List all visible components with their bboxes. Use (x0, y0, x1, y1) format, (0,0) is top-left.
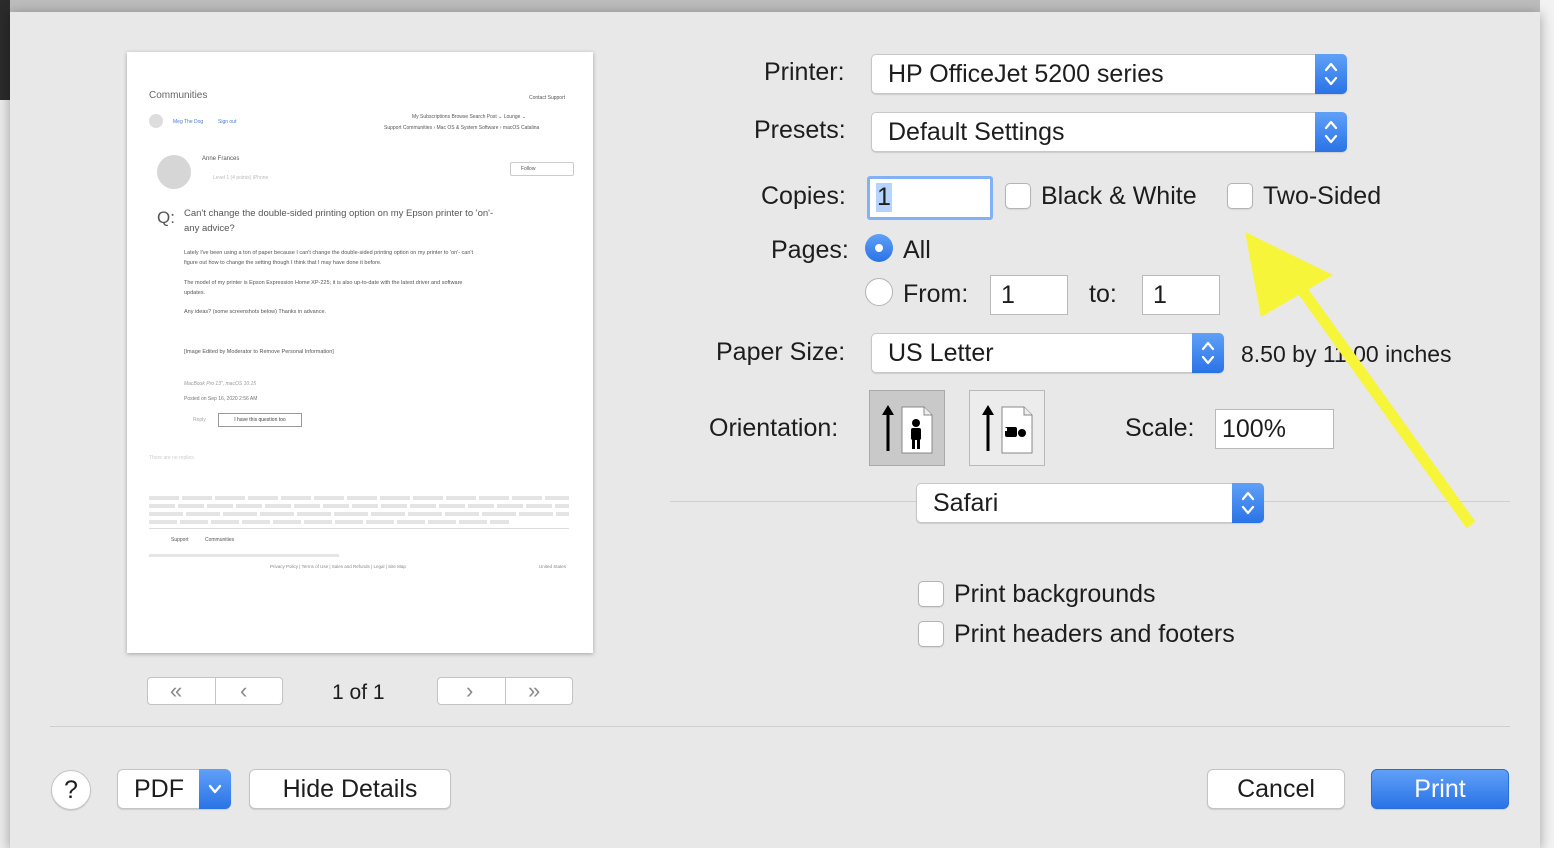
preview-body-3: Any ideas? (some screenshots below) Than… (184, 309, 327, 315)
presets-popup-arrows-icon (1315, 112, 1347, 152)
preview-fineprint-1 (149, 496, 569, 500)
preview-user: Meg The Dog (173, 119, 204, 125)
pages-all-label: All (903, 236, 931, 264)
presets-popup[interactable]: Default Settings (871, 112, 1347, 152)
preview-question-1: Can't change the double-sided printing o… (184, 208, 494, 219)
printer-popup-arrows-icon (1315, 54, 1347, 94)
preview-breadcrumb: Support Communities › Mac OS & System So… (384, 125, 540, 131)
pages-from-radio[interactable] (865, 278, 893, 306)
preview-level: Level 1 (4 points) iPhone (213, 175, 269, 181)
preview-signout: Sign out (218, 119, 237, 125)
bottom-divider (50, 726, 1510, 727)
printer-label: Printer: (764, 58, 845, 86)
pager-forward-group: › » (437, 677, 573, 705)
last-page-button[interactable]: » (528, 678, 540, 704)
pages-to-value: 1 (1153, 281, 1167, 309)
preview-fineprint-4 (149, 520, 509, 524)
preview-no-replies: There are no replies. (149, 455, 196, 461)
black-white-checkbox[interactable] (1005, 183, 1031, 209)
section-value: Safari (933, 489, 999, 517)
pages-label: Pages: (771, 236, 849, 264)
background-window-right (1540, 0, 1554, 848)
pdf-menu-button[interactable]: PDF (117, 769, 231, 809)
preview-question-too: I have this question too (218, 413, 302, 427)
cancel-button[interactable]: Cancel (1207, 769, 1345, 809)
orientation-portrait-button[interactable] (869, 390, 945, 466)
pages-from-label: From: (903, 280, 969, 308)
two-sided-checkbox[interactable] (1227, 183, 1253, 209)
paper-size-label: Paper Size: (716, 338, 846, 366)
copies-value: 1 (876, 183, 892, 212)
pages-to-label: to: (1089, 280, 1117, 308)
two-sided-label: Two-Sided (1263, 182, 1382, 210)
preview-footer-communities: Communities (205, 537, 235, 543)
copies-label: Copies: (761, 182, 846, 210)
pages-from-value: 1 (1001, 281, 1015, 309)
next-page-button[interactable]: › (466, 678, 473, 704)
scale-label: Scale: (1125, 414, 1195, 442)
black-white-label: Black & White (1041, 182, 1197, 210)
portrait-icon (882, 405, 933, 454)
preview-footer-links: Privacy Policy | Terms of Use | Sales an… (270, 564, 406, 569)
orientation-label: Orientation: (709, 414, 839, 442)
preview-user-avatar (149, 114, 163, 128)
preview-footer-rule (149, 528, 569, 529)
preview-reply: Reply (193, 417, 206, 423)
preview-body-2a: The model of my printer is Epson Express… (184, 280, 463, 286)
orientation-landscape-button[interactable] (969, 390, 1045, 466)
printer-value: HP OfficeJet 5200 series (888, 60, 1164, 88)
paper-size-arrows-icon (1192, 333, 1224, 373)
yellow-arrow-annotation (1245, 232, 1476, 529)
print-backgrounds-label: Print backgrounds (954, 580, 1156, 608)
background-window-top (0, 0, 1554, 12)
preview-contact: Contact Support (529, 95, 566, 101)
pager-back-group: « ‹ (147, 677, 283, 705)
preview-header: Communities (149, 90, 208, 101)
print-headers-footers-checkbox[interactable] (918, 621, 944, 647)
printer-popup[interactable]: HP OfficeJet 5200 series (871, 54, 1347, 94)
preview-q-mark: Q: (157, 208, 175, 227)
print-preview-page: Communities Contact Support Meg The Dog … (127, 52, 593, 653)
landscape-icon (982, 405, 1033, 454)
pdf-label: PDF (134, 775, 184, 803)
preview-footer-support: Support (171, 537, 189, 543)
hide-details-button[interactable]: Hide Details (249, 769, 451, 809)
page-indicator: 1 of 1 (332, 681, 385, 704)
paper-size-popup[interactable]: US Letter (871, 333, 1224, 373)
preview-question-2: any advice? (184, 223, 235, 234)
preview-footer-line (149, 554, 339, 557)
pages-from-field[interactable]: 1 (990, 275, 1068, 315)
preview-posted: Posted on Sep 16, 2020 2:56 AM (184, 396, 258, 402)
preview-follow: Follow (510, 162, 574, 176)
pdf-chevron-down-icon (199, 769, 231, 809)
background-window-left (0, 0, 10, 848)
preview-fineprint-3 (149, 512, 569, 516)
presets-value: Default Settings (888, 118, 1065, 146)
first-page-button[interactable]: « (170, 678, 182, 704)
print-dialog: Communities Contact Support Meg The Dog … (10, 12, 1540, 848)
help-button[interactable]: ? (51, 770, 91, 810)
preview-fineprint-2 (149, 504, 569, 508)
section-popup[interactable]: Safari (916, 483, 1264, 523)
presets-label: Presets: (754, 116, 846, 144)
previous-page-button[interactable]: ‹ (240, 678, 247, 704)
print-headers-footers-label: Print headers and footers (954, 620, 1235, 648)
pages-all-radio[interactable] (865, 234, 893, 262)
pages-to-field[interactable]: 1 (1142, 275, 1220, 315)
preview-body-1b: figure out how to change the setting tho… (184, 260, 382, 266)
copies-field[interactable]: 1 (867, 176, 993, 220)
paper-size-value: US Letter (888, 339, 994, 367)
print-button[interactable]: Print (1371, 769, 1509, 809)
preview-author-avatar (157, 155, 191, 189)
preview-image-note: [Image Edited by Moderator to Remove Per… (184, 349, 334, 355)
preview-body-2b: updates. (184, 290, 206, 296)
preview-author: Anne Frances (202, 156, 240, 162)
preview-device: MacBook Pro 13", macOS 10.15 (184, 381, 257, 387)
preview-footer-country: United States (539, 564, 567, 569)
preview-body-1a: Lately I've been using a ton of paper be… (184, 250, 473, 256)
print-backgrounds-checkbox[interactable] (918, 581, 944, 607)
preview-nav: My Subscriptions Browse Search Post ⌄ Lo… (412, 114, 526, 120)
